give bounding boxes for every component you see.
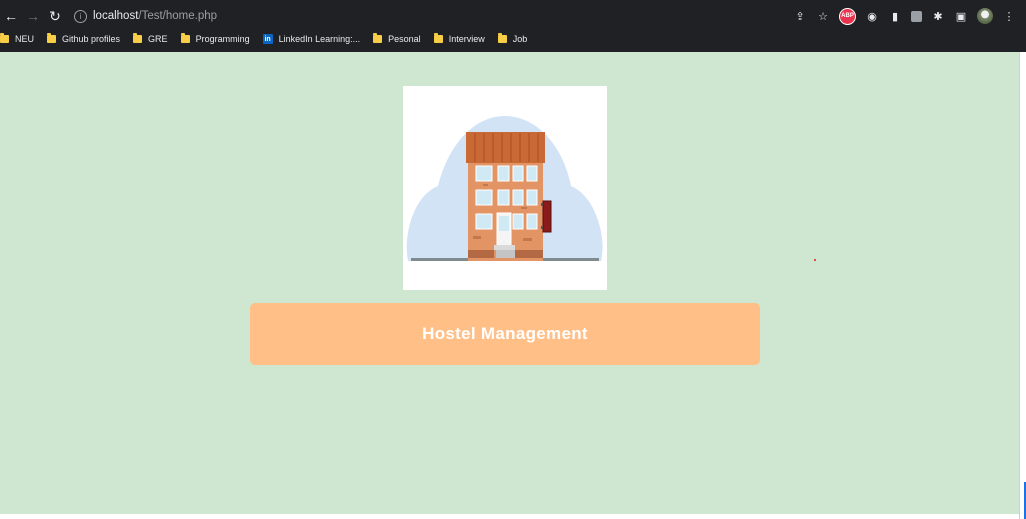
bookmarks-bar: NEU Github profiles GRE Programming in Linked… — [0, 30, 1026, 48]
scrollbar[interactable] — [1019, 52, 1026, 519]
hostel-logo-image — [403, 86, 607, 290]
extensions-puzzle-icon[interactable]: ✱ — [931, 9, 945, 23]
bookmark-label: Interview — [448, 34, 485, 44]
bookmark-label: LinkedIn Learning:... — [278, 34, 361, 44]
bookmark-label: GRE — [148, 34, 168, 44]
bookmark-item[interactable]: GRE — [133, 33, 168, 44]
browser-chrome: ← → ↻ i localhost/Test/home.php ⇪ ☆ ABP … — [0, 0, 1026, 52]
reload-icon[interactable]: ↻ — [44, 5, 66, 27]
extension-shield-icon[interactable]: ▮ — [888, 9, 902, 23]
folder-icon — [180, 33, 190, 43]
folder-icon — [373, 33, 383, 43]
url-host: localhost — [93, 10, 139, 22]
folder-icon — [433, 33, 443, 43]
folder-icon — [497, 33, 507, 43]
bookmark-label: Pesonal — [388, 34, 421, 44]
page-content: Hostel Management — [0, 52, 1019, 514]
bookmark-item[interactable]: Pesonal — [373, 33, 421, 44]
bookmark-item[interactable]: Programming — [180, 33, 250, 44]
bookmark-star-icon[interactable]: ☆ — [816, 9, 830, 23]
adblock-extension-icon[interactable]: ABP — [839, 7, 856, 25]
hostel-management-banner[interactable]: Hostel Management — [250, 303, 760, 365]
bookmark-label: NEU — [15, 34, 35, 44]
bookmark-item[interactable]: NEU — [0, 33, 35, 44]
forward-arrow-icon[interactable]: → — [22, 5, 44, 27]
bookmark-item[interactable]: Github profiles — [47, 33, 121, 44]
folder-icon — [133, 33, 143, 43]
extension-square-icon[interactable] — [911, 10, 922, 22]
back-arrow-icon[interactable]: ← — [0, 5, 22, 27]
bookmark-label: Job — [512, 34, 528, 44]
linkedin-icon: in — [262, 34, 273, 44]
info-icon[interactable]: i — [74, 9, 87, 23]
folder-icon — [47, 33, 57, 43]
profile-avatar[interactable] — [977, 8, 993, 24]
folder-icon — [0, 33, 9, 43]
incognito-extension-icon[interactable]: ◉ — [865, 9, 879, 23]
address-bar[interactable]: i localhost/Test/home.php — [74, 5, 217, 27]
bookmark-item[interactable]: Job — [497, 33, 528, 44]
toolbar-actions: ⇪ ☆ ABP ◉ ▮ ✱ ▣ ⋮ — [793, 3, 1016, 29]
bottom-edge — [0, 514, 1019, 519]
bookmark-item[interactable]: Interview — [433, 33, 485, 44]
bookmark-label: Github profiles — [62, 34, 121, 44]
bookmark-item[interactable]: in LinkedIn Learning:... — [262, 34, 361, 44]
share-icon[interactable]: ⇪ — [793, 9, 807, 23]
side-panel-icon[interactable]: ▣ — [954, 9, 968, 23]
bookmark-label: Programming — [195, 34, 250, 44]
url-path: /Test/home.php — [138, 10, 218, 22]
hostel-building-icon — [406, 116, 603, 261]
stray-dot — [814, 259, 816, 261]
browser-toolbar: ← → ↻ i localhost/Test/home.php ⇪ ☆ ABP … — [0, 3, 1026, 29]
menu-kebab-icon[interactable]: ⋮ — [1002, 9, 1016, 23]
